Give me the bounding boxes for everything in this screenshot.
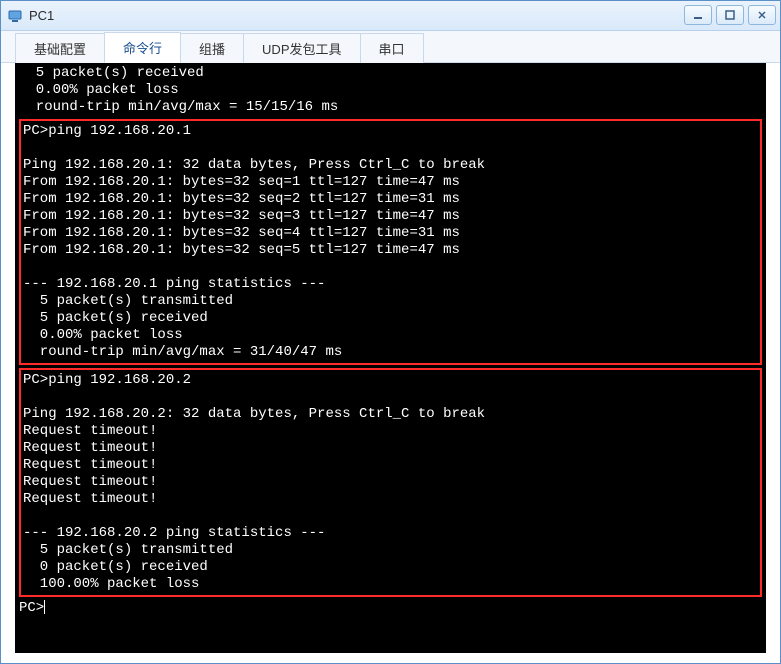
- terminal-line: Request timeout!: [23, 491, 157, 507]
- terminal-line: --- 192.168.20.1 ping statistics ---: [23, 276, 325, 292]
- maximize-button[interactable]: [716, 5, 744, 25]
- minimize-button[interactable]: [684, 5, 712, 25]
- terminal-line: round-trip min/avg/max = 15/15/16 ms: [19, 99, 338, 115]
- terminal-line: From 192.168.20.1: bytes=32 seq=2 ttl=12…: [23, 191, 460, 207]
- terminal-line: Request timeout!: [23, 457, 157, 473]
- terminal-line: Ping 192.168.20.2: 32 data bytes, Press …: [23, 406, 485, 422]
- highlight-box-ping1: PC>ping 192.168.20.1 Ping 192.168.20.1: …: [19, 119, 762, 365]
- tab-command-line[interactable]: 命令行: [104, 32, 181, 63]
- terminal-line: 5 packet(s) received: [19, 65, 204, 81]
- window-controls: [684, 5, 776, 25]
- app-window: PC1 基础配置 命令行 组播 UDP发包工具 串口 5 packet(s) r…: [0, 0, 781, 664]
- terminal-container: 5 packet(s) received 0.00% packet loss r…: [1, 63, 780, 663]
- tab-multicast[interactable]: 组播: [180, 33, 244, 63]
- tab-basic-config[interactable]: 基础配置: [15, 33, 105, 63]
- close-button[interactable]: [748, 5, 776, 25]
- terminal-line: Request timeout!: [23, 423, 157, 439]
- app-icon: [7, 8, 23, 24]
- tab-udp-tool[interactable]: UDP发包工具: [243, 33, 360, 63]
- terminal-line: From 192.168.20.1: bytes=32 seq=1 ttl=12…: [23, 174, 460, 190]
- terminal[interactable]: 5 packet(s) received 0.00% packet loss r…: [15, 63, 766, 653]
- terminal-line: 5 packet(s) transmitted: [23, 293, 233, 309]
- tab-serial[interactable]: 串口: [360, 33, 424, 63]
- terminal-line: round-trip min/avg/max = 31/40/47 ms: [23, 344, 342, 360]
- terminal-line: Request timeout!: [23, 474, 157, 490]
- terminal-line: From 192.168.20.1: bytes=32 seq=3 ttl=12…: [23, 208, 460, 224]
- terminal-line: 0.00% packet loss: [19, 82, 179, 98]
- titlebar: PC1: [1, 1, 780, 31]
- terminal-line: 5 packet(s) transmitted: [23, 542, 233, 558]
- terminal-line: From 192.168.20.1: bytes=32 seq=5 ttl=12…: [23, 242, 460, 258]
- terminal-line: 5 packet(s) received: [23, 310, 208, 326]
- terminal-line: 100.00% packet loss: [23, 576, 199, 592]
- window-title: PC1: [29, 8, 54, 23]
- terminal-line: Request timeout!: [23, 440, 157, 456]
- cursor-icon: [44, 600, 45, 614]
- terminal-line: 0 packet(s) received: [23, 559, 208, 575]
- tabbar: 基础配置 命令行 组播 UDP发包工具 串口: [1, 31, 780, 63]
- terminal-line: 0.00% packet loss: [23, 327, 183, 343]
- highlight-box-ping2: PC>ping 192.168.20.2 Ping 192.168.20.2: …: [19, 368, 762, 597]
- terminal-line: Ping 192.168.20.1: 32 data bytes, Press …: [23, 157, 485, 173]
- terminal-line: PC>ping 192.168.20.1: [23, 123, 191, 139]
- terminal-line: From 192.168.20.1: bytes=32 seq=4 ttl=12…: [23, 225, 460, 241]
- terminal-prompt: PC>: [19, 600, 44, 616]
- terminal-line: --- 192.168.20.2 ping statistics ---: [23, 525, 325, 541]
- terminal-line: PC>ping 192.168.20.2: [23, 372, 191, 388]
